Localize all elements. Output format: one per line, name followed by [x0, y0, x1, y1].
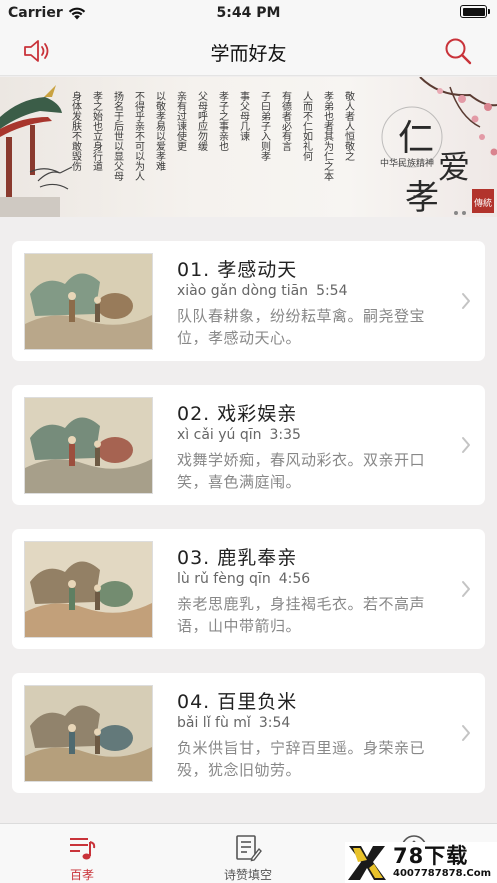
banner-motto-char: 仁	[398, 118, 434, 159]
banner-text-column: 孝弟也者其为仁之本	[322, 91, 334, 182]
story-duration: 3:35	[269, 427, 301, 443]
story-title: 02. 戏彩娱亲	[177, 403, 298, 425]
banner-text-column: 有德者必有言	[280, 90, 292, 152]
pavilion-illustration	[0, 85, 62, 217]
battery-icon	[460, 5, 490, 18]
status-bar: Carrier 5:44 PM	[0, 0, 497, 26]
x-logo-icon	[348, 846, 386, 880]
story-card[interactable]: 03. 鹿乳奉亲 lù rǔ fèng qīn 4:56 亲老思鹿乳，身挂褐毛衣。若不…	[12, 529, 485, 649]
story-description: 亲老思鹿乳，身挂褐毛衣。若不高声语，山中带箭归。	[177, 595, 426, 635]
story-pinyin: xiào gǎn dòng tiān	[177, 283, 309, 299]
story-pinyin: lù rǔ fèng qīn	[177, 571, 271, 587]
banner-motto-char: 爱	[438, 148, 470, 186]
navigation-bar: 学而好友	[0, 26, 497, 76]
chevron-right-icon[interactable]	[461, 580, 471, 598]
chevron-right-icon[interactable]	[461, 436, 471, 454]
story-card[interactable]: 02. 戏彩娱亲 xì cǎi yú qīn 3:35 戏舞学娇痴，春风动彩衣。双亲开…	[12, 385, 485, 505]
story-meta: lù rǔ fèng qīn 4:56	[177, 571, 310, 587]
banner-text-column: 身体发肤不敢毁伤	[70, 90, 82, 171]
banner-image: 身体发肤不敢毁伤 孝之始也立身行道 扬名于后世以显父母 不得乎亲不可以为人 以敬孝易以爱…	[0, 77, 497, 217]
story-card[interactable]: 01. 孝感动天 xiào gǎn dòng tiān 5:54 队队春耕象，纷纷耘草…	[12, 241, 485, 361]
edit-document-icon	[236, 835, 262, 862]
story-description: 队队春耕象，纷纷耘草禽。嗣尧登宝位，孝感动天心。	[177, 307, 426, 347]
chevron-right-icon[interactable]	[461, 724, 471, 742]
story-title: 01. 孝感动天	[177, 259, 298, 281]
story-meta: xì cǎi yú qīn 3:35	[177, 427, 301, 443]
tab-label: 诗赞填空	[223, 868, 272, 882]
story-thumbnail	[24, 253, 153, 350]
banner-text-column: 人而不仁如礼何	[301, 91, 313, 161]
banner-text-column: 不得乎亲不可以为人	[133, 91, 145, 181]
story-duration: 5:54	[316, 283, 348, 299]
banner-text-column: 扬名于后世以显父母	[112, 90, 124, 182]
seal-text: 傳統	[474, 197, 492, 209]
chevron-right-icon[interactable]	[461, 292, 471, 310]
banner-artwork: 身体发肤不敢毁伤 孝之始也立身行道 扬名于后世以显父母 不得乎亲不可以为人 以敬孝易以爱…	[0, 77, 497, 217]
banner-text-column: 以敬孝易以爱孝难	[154, 91, 166, 171]
story-meta: bǎi lǐ fù mǐ 3:54	[177, 715, 290, 731]
banner-text-column: 亲有过谏使更	[175, 90, 187, 152]
site-watermark: 78下载 4007787878.Com	[345, 842, 497, 883]
banner-text-columns: 身体发肤不敢毁伤 孝之始也立身行道 扬名于后世以显父母 不得乎亲不可以为人 以敬孝易以爱…	[70, 90, 355, 182]
page-title: 学而好友	[210, 43, 287, 65]
banner-text-column: 父母呼应勿缓	[196, 91, 208, 152]
story-thumbnail	[24, 685, 153, 782]
tab-baixiao[interactable]: 百孝	[22, 830, 142, 882]
banner-text-column: 敬人者人恒敬之	[343, 90, 355, 161]
crane-illustration	[29, 166, 73, 190]
story-thumbnail	[24, 541, 153, 638]
banner-text-column: 孝之始也立身行道	[91, 91, 103, 171]
tab-label: 百孝	[69, 868, 94, 882]
banner-text-column: 孝子之事亲也	[217, 91, 229, 151]
story-description: 戏舞学娇痴，春风动彩衣。双亲开口笑，喜色满庭闱。	[177, 451, 426, 491]
story-pinyin: bǎi lǐ fù mǐ	[177, 715, 251, 731]
banner-text-column: 子曰弟子入则孝	[259, 91, 271, 161]
story-meta: xiào gǎn dòng tiān 5:54	[177, 283, 348, 299]
story-duration: 4:56	[278, 571, 311, 587]
story-description: 负米供旨甘，宁辞百里遥。身荣亲已殁，犹念旧劬劳。	[177, 739, 426, 779]
banner-subtitle: 中华民族精神	[380, 157, 434, 169]
watermark-title: 78下载	[393, 844, 469, 868]
story-duration: 3:54	[258, 715, 291, 731]
banner-text-column: 事父母几谏	[238, 90, 250, 142]
watermark-url: 4007787878.Com	[393, 868, 492, 879]
music-list-icon	[70, 838, 96, 860]
status-time: 5:44 PM	[216, 5, 281, 21]
banner-motto-char: 孝	[405, 178, 439, 217]
story-title: 03. 鹿乳奉亲	[177, 547, 298, 569]
tab-poem-fill[interactable]: 诗赞填空	[188, 830, 308, 882]
story-title: 04. 百里负米	[177, 691, 298, 713]
story-card[interactable]: 04. 百里负米 bǎi lǐ fù mǐ 3:54 负米供旨甘，宁辞百里遥。身荣亲已…	[12, 673, 485, 793]
story-pinyin: xì cǎi yú qīn	[177, 427, 262, 443]
search-icon[interactable]	[443, 36, 473, 66]
story-thumbnail	[24, 397, 153, 494]
